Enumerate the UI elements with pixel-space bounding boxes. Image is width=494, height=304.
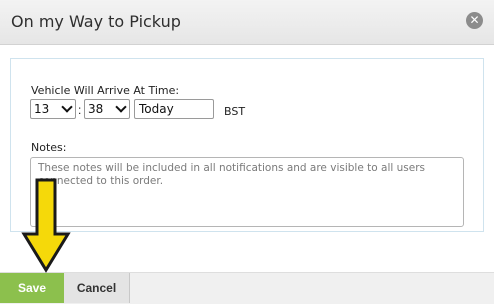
chevron-down-icon xyxy=(61,101,73,113)
save-button[interactable]: Save xyxy=(0,273,64,303)
notes-placeholder: These notes will be included in all noti… xyxy=(38,162,425,187)
time-separator: : xyxy=(78,103,82,117)
cancel-button[interactable]: Cancel xyxy=(64,273,130,303)
hour-value: 13 xyxy=(34,102,50,116)
dialog-titlebar: On my Way to Pickup ✕ xyxy=(0,0,494,45)
close-icon[interactable]: ✕ xyxy=(466,12,483,29)
down-arrow-pointer-icon xyxy=(21,178,71,273)
pickup-dialog: On my Way to Pickup ✕ Vehicle Will Arriv… xyxy=(0,0,494,304)
minute-select[interactable]: 38 xyxy=(84,99,130,119)
timezone-label: BST xyxy=(224,105,246,118)
dialog-title: On my Way to Pickup xyxy=(11,12,181,31)
chevron-down-icon xyxy=(115,101,127,113)
arrive-time-label: Vehicle Will Arrive At Time: xyxy=(31,84,180,97)
minute-value: 38 xyxy=(88,102,104,116)
hour-select[interactable]: 13 xyxy=(30,99,76,119)
date-input[interactable]: Today xyxy=(134,99,214,119)
notes-label: Notes: xyxy=(31,141,67,154)
